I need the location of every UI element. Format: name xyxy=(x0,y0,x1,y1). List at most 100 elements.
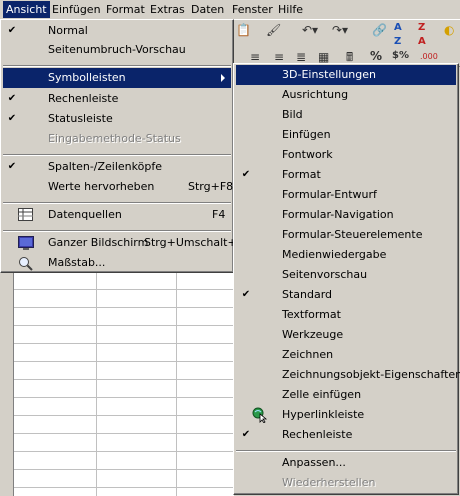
menu-daten[interactable]: Daten xyxy=(191,2,224,17)
submenu-item-ausrichtung[interactable]: Ausrichtung xyxy=(236,85,456,105)
menu-item-label: Normal xyxy=(48,24,88,37)
format-paintbrush-icon[interactable]: 🖌 xyxy=(266,23,281,37)
hyperlink-icon[interactable]: 🔗 xyxy=(372,23,387,37)
submenu-item-werkzeuge[interactable]: Werkzeuge xyxy=(236,325,456,345)
symbolleisten-submenu: 3D-Einstellungen Ausrichtung Bild Einfüg… xyxy=(233,63,460,495)
menu-bar: Ansicht Einfügen Format Extras Daten Fen… xyxy=(0,0,460,20)
justify-icon[interactable]: ≣ xyxy=(296,50,306,64)
submenu-item-format[interactable]: ✔ Format xyxy=(236,165,456,185)
add-decimal-button[interactable]: .000 xyxy=(420,50,438,64)
menu-ansicht[interactable]: Ansicht xyxy=(3,1,50,18)
menu-item-label: Standard xyxy=(282,288,333,301)
checkmark-icon: ✔ xyxy=(241,169,251,180)
checkmark-icon: ✔ xyxy=(241,289,251,300)
align-right-icon[interactable]: ≡ xyxy=(274,50,284,64)
menu-item-label: Statusleiste xyxy=(48,112,113,125)
menu-item-label: Rechenleiste xyxy=(282,428,353,441)
menu-item-statusleiste[interactable]: ✔ Statusleiste xyxy=(3,109,231,129)
menu-item-label: Symbolleisten xyxy=(48,71,126,84)
submenu-item-zelle-einfuegen[interactable]: Zelle einfügen xyxy=(236,385,456,405)
menu-format[interactable]: Format xyxy=(106,2,145,17)
menu-item-normal[interactable]: ✔ Normal xyxy=(3,21,231,41)
menu-hilfe[interactable]: Hilfe xyxy=(278,2,303,17)
submenu-item-standard[interactable]: ✔ Standard xyxy=(236,285,456,305)
submenu-item-bild[interactable]: Bild xyxy=(236,105,456,125)
menu-item-rechenleiste[interactable]: ✔ Rechenleiste xyxy=(3,89,231,109)
submenu-item-rechenleiste[interactable]: ✔ Rechenleiste xyxy=(236,425,456,445)
row-header-column xyxy=(0,271,14,496)
menu-item-label: Formular-Steuerelemente xyxy=(282,228,423,241)
menu-separator xyxy=(3,202,231,204)
menu-item-label: Bild xyxy=(282,108,303,121)
checkmark-icon: ✔ xyxy=(7,25,17,36)
submenu-item-hyperlinkleiste[interactable]: Hyperlinkleiste xyxy=(236,405,456,425)
redo-icon[interactable]: ↷▾ xyxy=(332,23,348,37)
sort-ascending-icon[interactable]: AZ xyxy=(394,21,402,49)
menu-separator xyxy=(3,65,231,67)
menu-item-label: Werte hervorheben xyxy=(48,180,155,193)
paste-icon[interactable]: 📋 xyxy=(236,23,251,37)
checkmark-icon: ✔ xyxy=(7,113,17,124)
spreadsheet-grid[interactable] xyxy=(0,271,234,496)
menu-item-label: Zeichnungsobjekt-Eigenschaften xyxy=(282,368,460,381)
menu-item-werte-hervorheben[interactable]: Werte hervorheben Strg+F8 xyxy=(3,177,234,197)
menu-item-label: Seitenvorschau xyxy=(282,268,368,281)
submenu-item-anpassen[interactable]: Anpassen... xyxy=(236,453,456,473)
submenu-arrow-icon xyxy=(221,74,225,82)
magnifier-icon xyxy=(19,257,33,271)
menu-item-label: Rechenleiste xyxy=(48,92,119,105)
submenu-item-formular-steuerelemente[interactable]: Formular-Steuerelemente xyxy=(236,225,456,245)
menu-item-massstab[interactable]: Maßstab... xyxy=(3,253,231,273)
menu-item-label: Formular-Entwurf xyxy=(282,188,377,201)
submenu-item-zeichnen[interactable]: Zeichnen xyxy=(236,345,456,365)
menu-item-label: Hyperlinkleiste xyxy=(282,408,365,421)
menu-item-ganzer-bildschirm[interactable]: Ganzer Bildschirm Strg+Umschalt+J xyxy=(3,233,240,253)
menu-item-label: Einfügen xyxy=(282,128,331,141)
checkmark-icon: ✔ xyxy=(7,161,17,172)
align-center-icon[interactable]: ≡ xyxy=(250,50,260,64)
submenu-item-seitenvorschau[interactable]: Seitenvorschau xyxy=(236,265,456,285)
merge-cells-icon[interactable]: ▦ xyxy=(318,50,329,64)
ansicht-menu: ✔ Normal Seitenumbruch-Vorschau Symbolle… xyxy=(0,19,240,273)
menu-einfuegen[interactable]: Einfügen xyxy=(52,2,101,17)
menu-fenster[interactable]: Fenster xyxy=(232,2,273,17)
menu-item-seitenumbruch-vorschau[interactable]: Seitenumbruch-Vorschau xyxy=(3,40,231,60)
menu-item-shortcut: Strg+Umschalt+J xyxy=(144,236,240,249)
submenu-item-medienwiedergabe[interactable]: Medienwiedergabe xyxy=(236,245,456,265)
menu-item-spalten-zeilenkoepfe[interactable]: ✔ Spalten-/Zeilenköpfe xyxy=(3,157,231,177)
submenu-item-einfuegen[interactable]: Einfügen xyxy=(236,125,456,145)
menu-separator xyxy=(236,450,456,452)
currency-icon[interactable]: 🖩 xyxy=(346,50,353,64)
menu-item-label: Anpassen... xyxy=(282,456,346,469)
menu-item-symbolleisten[interactable]: Symbolleisten xyxy=(3,68,231,88)
menu-item-label: Spalten-/Zeilenköpfe xyxy=(48,160,162,173)
menu-item-label: Formular-Navigation xyxy=(282,208,394,221)
undo-icon[interactable]: ↶▾ xyxy=(302,23,318,37)
standard-format-button[interactable]: $% xyxy=(392,49,409,63)
percent-button[interactable]: % xyxy=(370,49,382,63)
menu-separator xyxy=(3,154,231,156)
menu-item-datenquellen[interactable]: Datenquellen F4 xyxy=(3,205,231,225)
submenu-item-formular-navigation[interactable]: Formular-Navigation xyxy=(236,205,456,225)
menu-item-label: Ausrichtung xyxy=(282,88,349,101)
submenu-item-zeichnungsobjekt-eigenschaften[interactable]: Zeichnungsobjekt-Eigenschaften xyxy=(236,365,460,385)
menu-item-label: Seitenumbruch-Vorschau xyxy=(48,43,186,56)
submenu-item-textformat[interactable]: Textformat xyxy=(236,305,456,325)
menu-item-label: Zeichnen xyxy=(282,348,334,361)
submenu-item-fontwork[interactable]: Fontwork xyxy=(236,145,456,165)
chart-icon[interactable]: ◐ xyxy=(444,23,454,37)
checkmark-icon: ✔ xyxy=(7,93,17,104)
menu-item-shortcut: Strg+F8 xyxy=(188,180,234,193)
submenu-item-formular-entwurf[interactable]: Formular-Entwurf xyxy=(236,185,456,205)
menu-item-label: Eingabemethode-Status xyxy=(48,132,181,145)
fullscreen-icon xyxy=(18,236,34,250)
menu-item-label: Textformat xyxy=(282,308,341,321)
menu-extras[interactable]: Extras xyxy=(150,2,185,17)
menu-item-eingabemethode-status: Eingabemethode-Status xyxy=(3,129,231,149)
data-sources-icon xyxy=(18,208,33,221)
menu-item-label: Datenquellen xyxy=(48,208,122,221)
menu-item-label: 3D-Einstellungen xyxy=(282,68,377,81)
sort-descending-icon[interactable]: ZA xyxy=(418,21,426,49)
submenu-item-3d-einstellungen[interactable]: 3D-Einstellungen xyxy=(236,65,456,85)
menu-item-label: Zelle einfügen xyxy=(282,388,362,401)
